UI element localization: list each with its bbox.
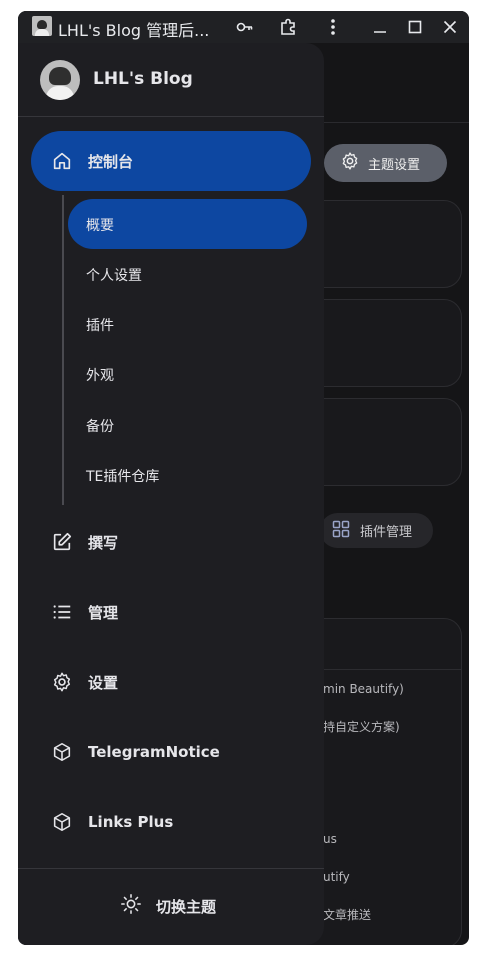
nav-item-links-plus[interactable]: Links Plus [18,800,324,844]
home-icon [50,149,74,173]
avatar[interactable] [40,60,80,100]
sub-item-plugins[interactable]: 插件 [86,315,114,335]
nav-label-console: 控制台 [88,152,134,171]
list-item: us [323,832,337,846]
switch-theme-button[interactable]: 切换主题 [120,892,240,920]
list-item: min Beautify) [323,682,404,696]
list-item: utify [323,870,350,884]
navigation-drawer: LHL's Blog 控制台 概要 个人设置 插件 外观 备份 TE插件仓库 撰… [18,43,324,945]
cube-icon [50,810,74,834]
nav-item-manage[interactable]: 管理 [18,590,324,634]
nav-item-telegram-notice[interactable]: TelegramNotice [18,730,324,774]
minimize-icon[interactable] [368,15,392,39]
more-options-icon[interactable] [321,15,345,39]
gear-icon [50,670,74,694]
nav-item-write[interactable]: 撰写 [18,520,324,564]
nav-item-settings[interactable]: 设置 [18,660,324,704]
sub-item-te-plugin-repo[interactable]: TE插件仓库 [86,466,159,486]
title-bar: LHL's Blog 管理后... [18,11,469,43]
site-name: LHL's Blog [93,69,193,89]
key-icon[interactable] [233,15,257,39]
sun-icon [120,893,142,919]
grid-icon [332,520,350,542]
cube-icon [50,740,74,764]
extension-icon[interactable] [276,15,300,39]
gear-icon [340,151,360,175]
sub-item-profile[interactable]: 个人设置 [86,265,142,285]
browser-window: LHL's Blog 管理后... 主题设置 插件管理 min Beautify… [18,11,469,945]
window-title: LHL's Blog 管理后... [58,21,210,40]
edit-icon [50,530,74,554]
sub-item-overview-label[interactable]: 概要 [86,215,114,235]
close-icon[interactable] [438,15,462,39]
list-item: 文章推送 [323,908,372,922]
site-favicon [32,16,52,36]
nav-item-console-row[interactable]: 控制台 [18,139,324,183]
maximize-icon[interactable] [403,15,427,39]
theme-settings-button[interactable]: 主题设置 [324,144,447,182]
list-icon [50,600,74,624]
divider [18,868,324,869]
sub-item-appearance[interactable]: 外观 [86,365,114,385]
plugin-management-button[interactable]: 插件管理 [320,513,433,548]
list-item: 持自定义方案) [323,720,400,734]
sub-item-backup[interactable]: 备份 [86,416,114,436]
submenu-rail [62,195,64,505]
divider [18,116,324,117]
